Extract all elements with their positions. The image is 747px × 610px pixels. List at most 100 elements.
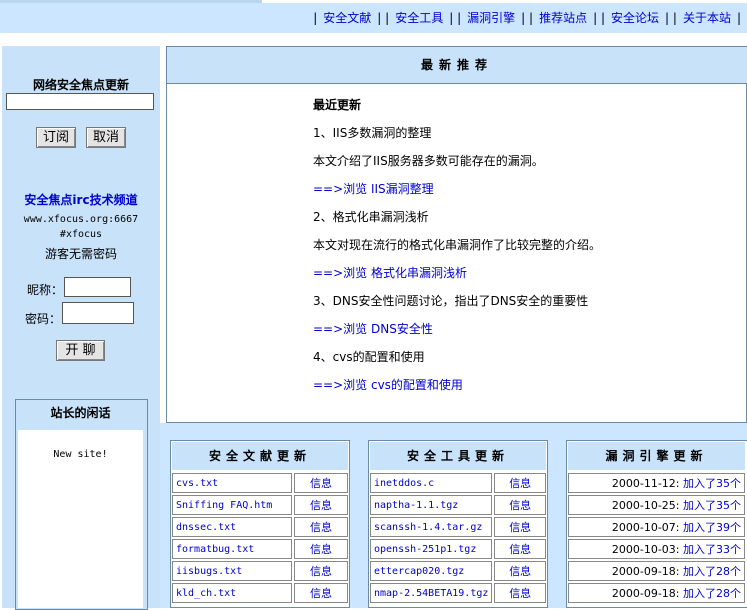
vuln-date-text: 2000-09-18: (611, 587, 680, 600)
chat-button[interactable]: 开 聊 (56, 340, 105, 361)
table-row: Sniffing FAQ.htm 信息 (172, 495, 348, 515)
nav-recommended-sites[interactable]: 推荐站点 (539, 11, 587, 25)
recommend-item-link[interactable]: ==>浏览 格式化串漏洞浅析 (313, 264, 467, 281)
table-row: cvs.txt 信息 (172, 473, 348, 493)
table-row: nmap-2.54BETA19.tgz 信息 (370, 583, 546, 603)
vuln-date-text: 2000-10-03: (611, 543, 680, 556)
doc-file-link[interactable]: Sniffing FAQ.htm (172, 495, 292, 515)
irc-server: www.xfocus.org:6667 (23, 214, 139, 225)
vuln-added-link[interactable]: 加入了33个 (683, 543, 741, 556)
main-nav: | 安全文献 | | 安全工具 | | 漏洞引擎 | | 推荐站点 | | 安全论坛 | | 关于本站… (313, 11, 741, 25)
password-label: 密码： (25, 312, 62, 326)
notes-text: New site! (53, 449, 108, 460)
vuln-date-text: 2000-09-18: (611, 565, 680, 578)
nav-tools[interactable]: 安全工具 (395, 11, 443, 25)
doc-info-link[interactable]: 信息 (294, 473, 348, 493)
tool-file-link[interactable]: openssh-251p1.tgz (370, 539, 493, 559)
vuln-date-text: 2000-11-12: (611, 477, 680, 490)
doc-info-link[interactable]: 信息 (294, 517, 348, 537)
table-row: 2000-10-25: 加入了35个 (568, 495, 745, 515)
docs-table: cvs.txt 信息 Sniffing FAQ.htm 信息 dnssec.txt 信… (170, 471, 350, 605)
vuln-title: 漏洞引擎更新 (568, 442, 745, 470)
doc-file-link[interactable]: formatbug.txt (172, 539, 292, 559)
tools-table: inetddos.c 信息 naptha-1.1.tgz 信息 scanssh-1.… (368, 471, 548, 605)
tool-info-link[interactable]: 信息 (494, 539, 546, 559)
table-row: scanssh-1.4.tar.gz 信息 (370, 517, 546, 537)
recommend-item-link[interactable]: ==>浏览 cvs的配置和使用 (313, 376, 463, 393)
guest-note: 游客无需密码 (44, 247, 117, 261)
subscribe-email-input[interactable] (6, 93, 154, 110)
recent-updates-heading: 最近更新 (313, 98, 362, 112)
table-row: kld_ch.txt 信息 (172, 583, 348, 603)
recommend-item-desc: 本文对现在流行的格式化串漏洞作了比较完整的介绍。 (313, 238, 602, 252)
nav-forum[interactable]: 安全论坛 (611, 11, 659, 25)
table-row: ettercap020.tgz 信息 (370, 561, 546, 581)
tool-info-link[interactable]: 信息 (494, 517, 546, 537)
table-row: 2000-09-18: 加入了28个 (568, 561, 745, 581)
irc-channel-title[interactable]: 安全焦点irc技术频道 (2, 191, 160, 208)
recommend-title: 最新推荐 (167, 47, 747, 84)
recommend-item-link[interactable]: ==>浏览 IIS漏洞整理 (313, 180, 434, 197)
doc-file-link[interactable]: iisbugs.txt (172, 561, 292, 581)
tool-info-link[interactable]: 信息 (494, 473, 546, 493)
subscribe-button[interactable]: 订阅 (36, 127, 76, 148)
tool-info-link[interactable]: 信息 (494, 561, 546, 581)
table-row: dnssec.txt 信息 (172, 517, 348, 537)
vuln-added-link[interactable]: 加入了35个 (683, 477, 741, 490)
vuln-date: 2000-10-03: 加入了33个 (568, 539, 745, 559)
recommend-item-title: 4、cvs的配置和使用 (313, 350, 425, 364)
vuln-date: 2000-10-07: 加入了39个 (568, 517, 745, 537)
table-row: formatbug.txt 信息 (172, 539, 348, 559)
vuln-added-link[interactable]: 加入了28个 (683, 587, 741, 600)
doc-info-link[interactable]: 信息 (294, 495, 348, 515)
nav-about[interactable]: 关于本站 (683, 11, 731, 25)
recommend-item-link[interactable]: ==>浏览 DNS安全性 (313, 320, 433, 337)
tool-info-link[interactable]: 信息 (494, 495, 546, 515)
subscribe-title: 网络安全焦点更新 (32, 78, 129, 92)
tools-title: 安全工具更新 (370, 442, 546, 470)
nick-input[interactable] (64, 277, 131, 297)
notes-title: 站长的闲话 (50, 406, 111, 420)
recommend-item-title: 1、IIS多数漏洞的整理 (313, 126, 432, 140)
irc-channel: #xfocus (59, 229, 103, 240)
table-row: 2000-11-12: 加入了35个 (568, 473, 745, 493)
vuln-table: 2000-11-12: 加入了35个 2000-10-25: 加入了35个 20… (566, 471, 747, 605)
tool-file-link[interactable]: scanssh-1.4.tar.gz (370, 517, 493, 537)
doc-info-link[interactable]: 信息 (294, 583, 348, 603)
tool-file-link[interactable]: inetddos.c (370, 473, 493, 493)
table-row: 2000-09-18: 加入了28个 (568, 583, 745, 603)
doc-file-link[interactable]: kld_ch.txt (172, 583, 292, 603)
vuln-added-link[interactable]: 加入了35个 (683, 499, 741, 512)
vuln-date-text: 2000-10-07: (611, 521, 680, 534)
tool-file-link[interactable]: naptha-1.1.tgz (370, 495, 493, 515)
table-row: 2000-10-07: 加入了39个 (568, 517, 745, 537)
table-row: 2000-10-03: 加入了33个 (568, 539, 745, 559)
tool-file-link[interactable]: nmap-2.54BETA19.tgz (370, 583, 493, 603)
recommend-item-title: 2、格式化串漏洞浅析 (313, 210, 429, 224)
nav-docs[interactable]: 安全文献 (323, 11, 371, 25)
vuln-added-link[interactable]: 加入了39个 (683, 521, 741, 534)
table-row: openssh-251p1.tgz 信息 (370, 539, 546, 559)
nav-vuln-engine[interactable]: 漏洞引擎 (467, 11, 515, 25)
cancel-button[interactable]: 取消 (86, 127, 126, 148)
vuln-date: 2000-10-25: 加入了35个 (568, 495, 745, 515)
doc-file-link[interactable]: cvs.txt (172, 473, 292, 493)
vuln-date: 2000-11-12: 加入了35个 (568, 473, 745, 493)
table-row: naptha-1.1.tgz 信息 (370, 495, 546, 515)
doc-file-link[interactable]: dnssec.txt (172, 517, 292, 537)
recommend-item-title: 3、DNS安全性问题讨论，指出了DNS安全的重要性 (313, 294, 589, 308)
doc-info-link[interactable]: 信息 (294, 561, 348, 581)
tool-info-link[interactable]: 信息 (494, 583, 546, 603)
table-row: iisbugs.txt 信息 (172, 561, 348, 581)
password-input[interactable] (62, 302, 134, 324)
doc-info-link[interactable]: 信息 (294, 539, 348, 559)
recommend-item-desc: 本文介绍了IIS服务器多数可能存在的漏洞。 (313, 154, 544, 168)
table-row: inetddos.c 信息 (370, 473, 546, 493)
vuln-date: 2000-09-18: 加入了28个 (568, 561, 745, 581)
vuln-added-link[interactable]: 加入了28个 (683, 565, 741, 578)
tool-file-link[interactable]: ettercap020.tgz (370, 561, 493, 581)
nick-label: 昵称： (27, 283, 64, 297)
vuln-date-text: 2000-10-25: (611, 499, 680, 512)
recommend-panel (166, 46, 747, 423)
docs-title: 安全文献更新 (172, 442, 348, 470)
